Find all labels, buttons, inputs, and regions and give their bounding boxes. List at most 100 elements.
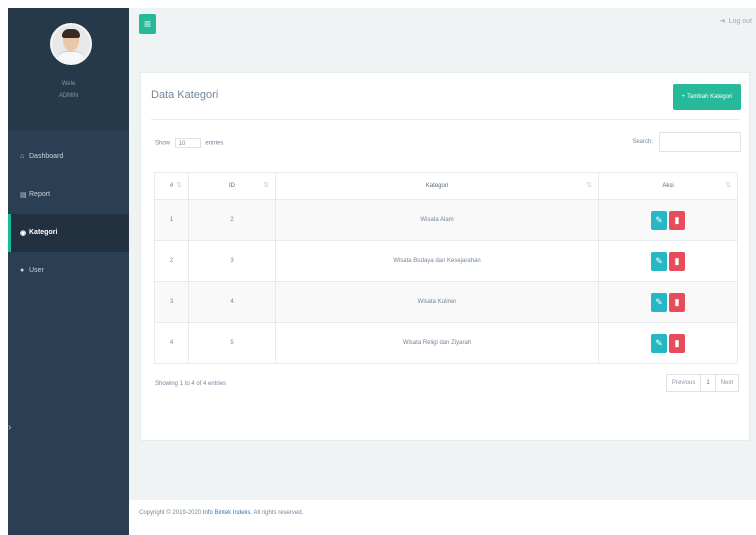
delete-button[interactable]: ▮	[669, 251, 685, 271]
column-header-label: ID	[229, 183, 235, 189]
row-id: 3	[188, 240, 276, 282]
action-group: ✎ ▮	[650, 333, 686, 353]
footer: Copyright © 2019-2020 Info Bintek Indeks…	[129, 500, 756, 535]
row-kategori: Wisata Budaya dan Kesejarahan	[275, 240, 599, 282]
trash-icon: ▮	[674, 214, 680, 225]
sidebar-item-label: Kategori	[29, 229, 58, 236]
avatar[interactable]	[50, 23, 92, 65]
column-header-kategori[interactable]: Kategori ⇅	[275, 172, 599, 200]
sort-icon: ⇅	[263, 182, 269, 189]
search-input[interactable]	[659, 132, 741, 152]
row-actions: ✎ ▮	[598, 322, 738, 364]
avatar-body	[57, 51, 85, 63]
hamburger-icon: ≡	[143, 17, 151, 31]
footer-rights: . All rights reserved.	[250, 510, 304, 516]
entries-label: entries	[205, 140, 224, 147]
trash-icon: ▮	[674, 296, 680, 307]
row-kategori: Wisata Alam	[275, 199, 599, 241]
app-frame: Wele ADMIN ⌂ Dashboard ▤ Report ◉ Katego…	[8, 8, 756, 535]
trash-icon: ▮	[674, 337, 680, 348]
sidebar-collapse-icon[interactable]: ›	[8, 422, 11, 433]
table-row: 2 3 Wisata Budaya dan Kesejarahan ✎ ▮	[154, 240, 738, 282]
avatar-hair	[62, 29, 80, 38]
logout-label: Log out	[728, 18, 752, 25]
report-icon: ▤	[20, 192, 27, 199]
kategori-table: # ⇅ ID ⇅ Kategori ⇅ Aksi ⇅ 1 2 Wisata Alam ✎…	[154, 172, 738, 364]
row-number: 1	[154, 199, 189, 241]
panel-divider	[151, 119, 739, 120]
table-row: 1 2 Wisata Alam ✎ ▮	[154, 199, 738, 241]
sort-icon: ⇅	[176, 182, 182, 189]
delete-button[interactable]: ▮	[669, 333, 685, 353]
row-id: 5	[188, 322, 276, 364]
footer-text: Copyright © 2019-2020 Info Bintek Indeks…	[139, 510, 303, 516]
column-header-label: Aksi	[662, 183, 674, 189]
sidebar-item-user[interactable]: ● User	[8, 252, 129, 290]
row-actions: ✎ ▮	[598, 199, 738, 241]
sidebar-menu: ⌂ Dashboard ▤ Report ◉ Kategori ● User	[8, 138, 129, 290]
pencil-icon: ✎	[655, 255, 663, 266]
plus-icon: +	[681, 94, 686, 100]
table-info: Showing 1 to 4 of 4 entries	[155, 381, 227, 387]
pencil-icon: ✎	[655, 296, 663, 307]
row-id: 4	[188, 281, 276, 323]
sidebar-item-report[interactable]: ▤ Report	[8, 176, 129, 214]
row-number: 3	[154, 281, 189, 323]
edit-button[interactable]: ✎	[651, 210, 667, 230]
footer-copyright: Copyright © 2019-2020	[139, 510, 202, 516]
show-label: Show	[155, 140, 171, 147]
row-number: 2	[154, 240, 189, 282]
sidebar-item-label: Dashboard	[29, 153, 64, 160]
sort-icon: ⇅	[586, 182, 592, 189]
sidebar-item-dashboard[interactable]: ⌂ Dashboard	[8, 138, 129, 176]
row-kategori: Wisata Religi dan Ziyarah	[275, 322, 599, 364]
table-row: 3 4 Wisata Kuliner ✎ ▮	[154, 281, 738, 323]
action-group: ✎ ▮	[650, 210, 686, 230]
sidebar-item-label: User	[29, 267, 44, 274]
sidebar-item-label: Report	[29, 191, 51, 198]
edit-button[interactable]: ✎	[651, 292, 667, 312]
column-header-id[interactable]: ID ⇅	[188, 172, 276, 200]
pencil-icon: ✎	[655, 214, 663, 225]
sidebar: Wele ADMIN ⌂ Dashboard ▤ Report ◉ Katego…	[8, 8, 129, 535]
next-button[interactable]: Next	[714, 374, 739, 392]
table-row: 4 5 Wisata Religi dan Ziyarah ✎ ▮	[154, 322, 738, 364]
user-icon: ●	[20, 267, 25, 274]
add-kategori-label: Tambah Kategori	[687, 94, 733, 100]
action-group: ✎ ▮	[650, 292, 686, 312]
page-1-button[interactable]: 1	[700, 374, 716, 392]
logout-icon: ➜	[719, 18, 726, 25]
action-group: ✎ ▮	[650, 251, 686, 271]
add-kategori-button[interactable]: + Tambah Kategori	[673, 84, 741, 110]
footer-link[interactable]: Info Bintek Indeks	[203, 510, 251, 516]
trash-icon: ▮	[674, 255, 680, 266]
row-kategori: Wisata Kuliner	[275, 281, 599, 323]
column-header-no[interactable]: # ⇅	[154, 172, 189, 200]
kategori-icon: ◉	[20, 230, 27, 237]
column-header-aksi[interactable]: Aksi ⇅	[598, 172, 738, 200]
column-header-label: Kategori	[425, 183, 449, 189]
row-actions: ✎ ▮	[598, 281, 738, 323]
edit-button[interactable]: ✎	[651, 333, 667, 353]
delete-button[interactable]: ▮	[669, 210, 685, 230]
table-header-row: # ⇅ ID ⇅ Kategori ⇅ Aksi ⇅	[154, 172, 738, 200]
profile-greeting: Wele	[61, 81, 76, 87]
profile-name: ADMIN	[58, 93, 79, 99]
pagination: Previous 1 Next	[665, 374, 739, 392]
menu-toggle-button[interactable]: ≡	[139, 14, 156, 34]
search-label: Search:	[632, 139, 653, 145]
row-actions: ✎ ▮	[598, 240, 738, 282]
sort-icon: ⇅	[725, 182, 731, 189]
row-number: 4	[154, 322, 189, 364]
home-icon: ⌂	[20, 153, 25, 160]
delete-button[interactable]: ▮	[669, 292, 685, 312]
logout-link[interactable]: ➜ Log out	[720, 17, 752, 25]
column-header-label: #	[169, 183, 174, 189]
entries-select[interactable]: 10	[174, 138, 201, 148]
page-title: Data Kategori	[151, 89, 219, 101]
pencil-icon: ✎	[655, 337, 663, 348]
sidebar-item-kategori[interactable]: ◉ Kategori	[8, 214, 129, 252]
entries-length-control: Show 10 entries	[155, 138, 223, 148]
previous-button[interactable]: Previous	[665, 374, 702, 392]
edit-button[interactable]: ✎	[651, 251, 667, 271]
